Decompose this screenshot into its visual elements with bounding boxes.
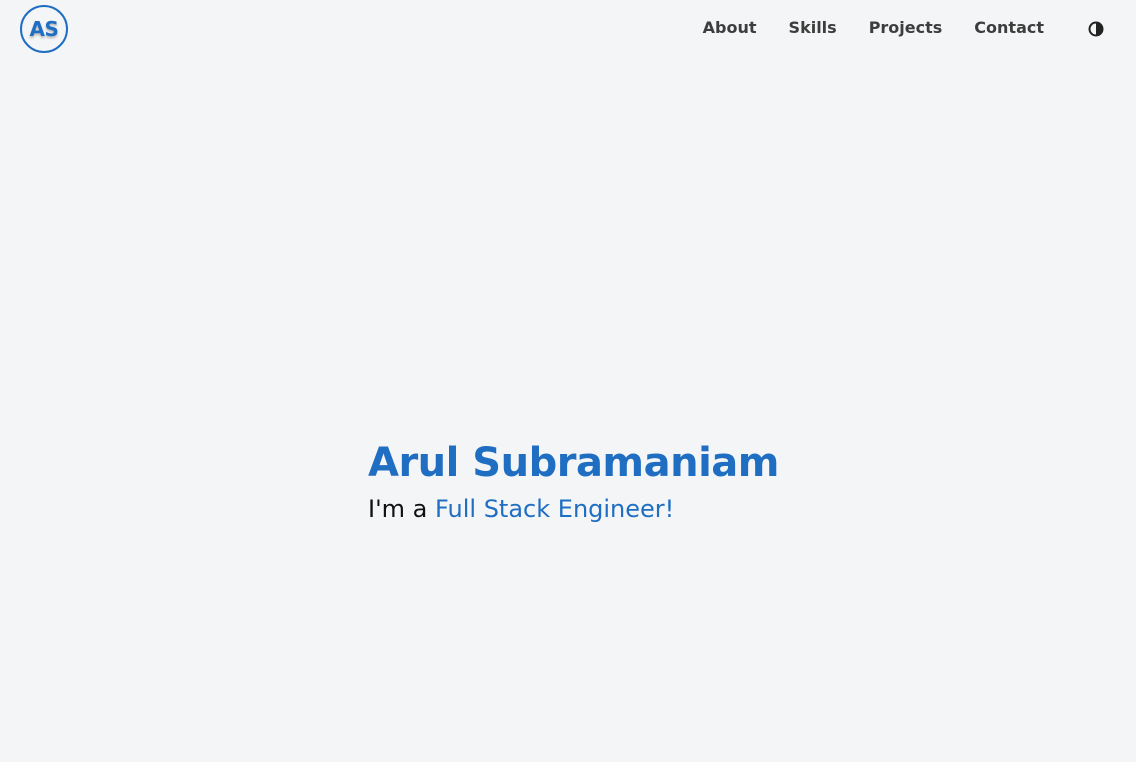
navbar: AS About Skills Projects Contact (0, 0, 1136, 58)
nav-link-projects[interactable]: Projects (869, 18, 943, 38)
nav-links: About Skills Projects Contact (703, 18, 1044, 38)
hero-section: Arul Subramaniam I'm a Full Stack Engine… (368, 438, 779, 524)
nav-link-contact[interactable]: Contact (974, 18, 1044, 38)
hero-tagline-prefix: I'm a (368, 495, 436, 523)
nav-link-about[interactable]: About (703, 18, 757, 38)
hero-role: Full Stack Engineer! (435, 495, 675, 523)
theme-toggle-button[interactable] (1088, 20, 1104, 38)
nav-link-skills[interactable]: Skills (789, 18, 837, 38)
logo-button[interactable]: AS (20, 5, 68, 53)
hero-tagline: I'm a Full Stack Engineer! (368, 494, 779, 524)
half-moon-icon (1088, 21, 1104, 37)
logo-text: AS (29, 17, 59, 41)
hero-name: Arul Subramaniam (368, 440, 779, 486)
